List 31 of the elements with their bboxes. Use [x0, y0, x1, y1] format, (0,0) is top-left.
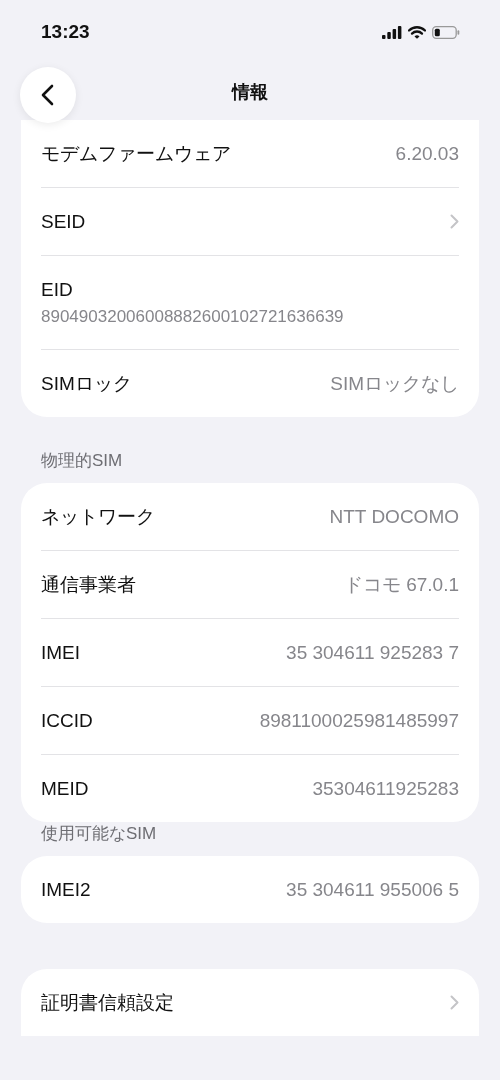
chevron-right-icon[interactable] [450, 214, 459, 229]
chevron-right-icon[interactable] [450, 995, 459, 1010]
section-header: 物理的SIM [40, 450, 124, 472]
section-header: 使用可能なSIM [40, 823, 158, 845]
chevron-left-icon [40, 83, 56, 107]
row-label: モデムファームウェア [41, 141, 231, 166]
row-label: IMEI2 [41, 878, 91, 901]
status-time: 13:23 [41, 21, 90, 43]
row-value: 89049032006008882600102721636639 [41, 306, 344, 327]
row-label[interactable]: SEID [41, 210, 86, 233]
row-value: ドコモ 67.0.1 [343, 572, 459, 597]
row-value: NTT DOCOMO [329, 505, 459, 528]
row-label: EID [41, 278, 73, 301]
row-value: 6.20.03 [395, 142, 459, 165]
row-label: ICCID [41, 709, 93, 732]
row-label[interactable]: 証明書信頼設定 [41, 989, 174, 1016]
battery-icon [432, 25, 460, 39]
row-value: SIMロックなし [330, 371, 459, 396]
wifi-icon [408, 25, 426, 39]
row-label: 通信事業者 [41, 572, 136, 597]
signal-icon [382, 25, 402, 39]
nav-title: 情報 [232, 81, 268, 104]
back-button[interactable] [20, 67, 76, 123]
row-value: 35 304611 955006 5 [286, 878, 459, 901]
row-label: ネットワーク [41, 504, 155, 529]
row-value: 8981100025981485997 [259, 709, 459, 732]
row-value: 35 304611 925283 7 [286, 641, 459, 664]
row-label: MEID [41, 777, 89, 800]
row-value: 35304611925283 [312, 777, 459, 800]
row-label: IMEI [41, 641, 81, 664]
row-label: SIMロック [41, 371, 132, 396]
